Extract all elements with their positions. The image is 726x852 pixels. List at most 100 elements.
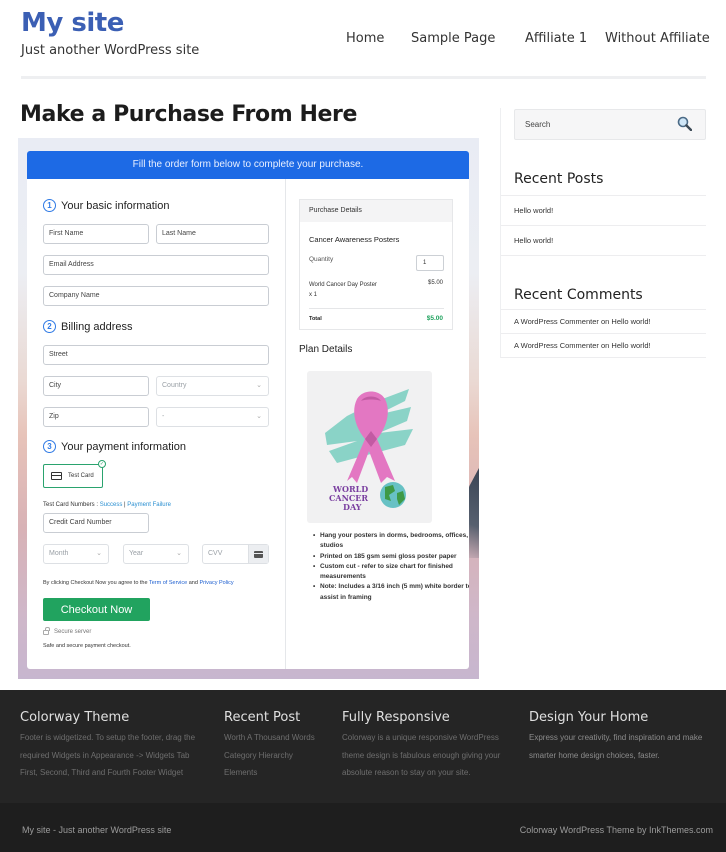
world-cancer-day-poster: WORLD CANCER DAY — [307, 371, 432, 523]
state-select[interactable]: - ⌄ — [156, 407, 269, 427]
state-select-value: - — [162, 413, 165, 420]
line-item-name: World Cancer Day Poster — [309, 282, 377, 288]
plan-details-heading: Plan Details — [299, 344, 353, 355]
footer-line: required Widgets in Appearance -> Widget… — [20, 750, 190, 760]
section-label: Billing address — [61, 320, 133, 333]
last-name-input[interactable]: Last Name — [156, 224, 269, 244]
total-divider — [309, 308, 444, 309]
card-back-icon — [248, 545, 268, 563]
zip-input[interactable]: Zip — [43, 407, 149, 427]
company-input[interactable]: Company Name — [43, 286, 269, 306]
footer-title: Recent Post — [224, 710, 301, 725]
privacy-policy-link[interactable]: Privacy Policy — [199, 580, 233, 586]
payment-failure-link[interactable]: Payment Failure — [127, 502, 171, 508]
site-header: My site Just another WordPress site Home… — [0, 0, 726, 90]
footer-title: Fully Responsive — [342, 710, 450, 725]
widget-divider — [501, 357, 706, 358]
search-icon[interactable] — [677, 116, 692, 131]
street-input[interactable]: Street — [43, 345, 269, 365]
header-divider — [21, 76, 706, 79]
plan-feature: Custom cut - refer to size chart for fin… — [313, 562, 469, 583]
footer-post-link[interactable]: Category Hierarchy — [224, 747, 315, 765]
plan-feature: Note: Includes a 3/16 inch (5 mm) white … — [313, 582, 469, 603]
recent-comment-link[interactable]: A WordPress Commenter on Hello world! — [501, 333, 706, 357]
footer-post-link[interactable]: Elements — [224, 764, 315, 782]
footer-site-credit: My site - Just another WordPress site — [22, 825, 172, 835]
nav-item-without-affiliate[interactable]: Without Affiliate — [605, 31, 710, 46]
recent-post-link[interactable]: Hello world! — [501, 195, 706, 225]
footer-post-link[interactable]: Worth A Thousand Words — [224, 729, 315, 747]
footer-line: Footer is widgetized. To setup the foote… — [20, 733, 196, 742]
country-select[interactable]: Country ⌄ — [156, 376, 269, 396]
line-item-price: $5.00 — [427, 280, 443, 286]
checkout-now-button[interactable]: Checkout Now — [43, 598, 150, 621]
success-link[interactable]: Success — [100, 502, 123, 508]
first-name-input[interactable]: First Name — [43, 224, 149, 244]
quantity-label: Quantity — [309, 256, 334, 263]
purchase-details: Purchase Details Cancer Awareness Poster… — [299, 199, 453, 330]
footer-line: smarter home design choices, faster. — [529, 750, 660, 760]
card-number-input[interactable]: Credit Card Number — [43, 513, 149, 533]
footer-theme-credit-link[interactable]: Colorway WordPress Theme by InkThemes.co… — [520, 825, 713, 835]
poster-text-day: DAY — [343, 502, 362, 512]
main-nav: Home Sample Page Affiliate 1 Without Aff… — [0, 31, 726, 51]
step-number-icon: 1 — [43, 199, 56, 212]
line-item-qty: x 1 — [309, 292, 318, 298]
quantity-input[interactable]: 1 — [416, 255, 444, 271]
total-label: Total — [309, 316, 322, 322]
product-name: Cancer Awareness Posters — [309, 235, 400, 244]
safe-checkout-note: Safe and secure payment checkout. — [43, 643, 131, 649]
email-input[interactable]: Email Address — [43, 255, 269, 275]
credit-card-icon — [51, 472, 62, 480]
nav-item-sample-page[interactable]: Sample Page — [411, 31, 495, 46]
section-basic-info: 1 Your basic information — [43, 199, 169, 212]
plan-features-list: Hang your posters in dorms, bedrooms, of… — [313, 531, 469, 603]
line-item: World Cancer Day Poster x 1 — [309, 280, 399, 300]
recent-posts-title: Recent Posts — [514, 171, 604, 187]
footer-widgets: Colorway Theme Footer is widgetized. To … — [0, 690, 726, 803]
plan-feature: Hang your posters in dorms, bedrooms, of… — [313, 531, 469, 552]
footer-line: absolute reason to stay on your site. — [342, 768, 471, 777]
chevron-down-icon: ⌄ — [256, 382, 262, 389]
purchase-details-heading: Purchase Details — [300, 200, 452, 222]
terms-and: and — [187, 580, 200, 586]
footer-col-design-home: Design Your Home Express your creativity… — [529, 710, 702, 764]
payment-method-label: Test Card — [68, 473, 94, 479]
payment-method-test-card[interactable]: Test Card ✓ — [43, 460, 106, 488]
terms-prefix: By clicking Checkout Now you agree to th… — [43, 580, 149, 586]
poster-artwork: WORLD CANCER DAY — [325, 389, 413, 512]
month-select[interactable]: Month ⌄ — [43, 544, 109, 564]
nav-item-affiliate-1[interactable]: Affiliate 1 — [525, 31, 587, 46]
step-number-icon: 2 — [43, 320, 56, 333]
plan-feature: Printed on 185 gsm semi gloss poster pap… — [313, 552, 469, 563]
order-form: Fill the order form below to complete yo… — [27, 151, 469, 669]
cvv-input[interactable]: CVV — [202, 544, 269, 564]
section-billing: 2 Billing address — [43, 320, 133, 333]
column-divider — [285, 179, 286, 669]
secure-server-label: Secure server — [54, 628, 92, 635]
terms-notice: By clicking Checkout Now you agree to th… — [43, 580, 234, 586]
terms-of-service-link[interactable]: Term of Service — [149, 580, 187, 586]
footer-line: Express your creativity, find inspiratio… — [529, 733, 703, 742]
widget-divider — [501, 255, 706, 256]
footer-line: theme design is fabulous enough giving y… — [342, 750, 501, 760]
recent-comments-title: Recent Comments — [514, 287, 643, 303]
recent-comment-link[interactable]: A WordPress Commenter on Hello world! — [501, 309, 706, 333]
footer-col-colorway: Colorway Theme Footer is widgetized. To … — [20, 710, 195, 782]
check-circle-icon: ✓ — [98, 460, 106, 468]
section-label: Your basic information — [61, 199, 170, 212]
year-select-value: Year — [129, 550, 144, 557]
step-number-icon: 3 — [43, 440, 56, 453]
footer-title: Colorway Theme — [20, 710, 130, 725]
cvv-placeholder: CVV — [208, 550, 223, 557]
month-select-value: Month — [49, 550, 69, 557]
footer-line: Colorway is a unique responsive WordPres… — [342, 733, 499, 742]
city-input[interactable]: City — [43, 376, 149, 396]
recent-post-link[interactable]: Hello world! — [501, 225, 706, 255]
test-card-numbers: Test Card Numbers : Success | Payment Fa… — [43, 502, 171, 508]
nav-item-home[interactable]: Home — [346, 31, 384, 46]
footer-line: First, Second, Third and Fourth Footer W… — [20, 768, 184, 777]
year-select[interactable]: Year ⌄ — [123, 544, 189, 564]
page-title: Make a Purchase From Here — [20, 102, 357, 127]
section-payment: 3 Your payment information — [43, 440, 186, 453]
